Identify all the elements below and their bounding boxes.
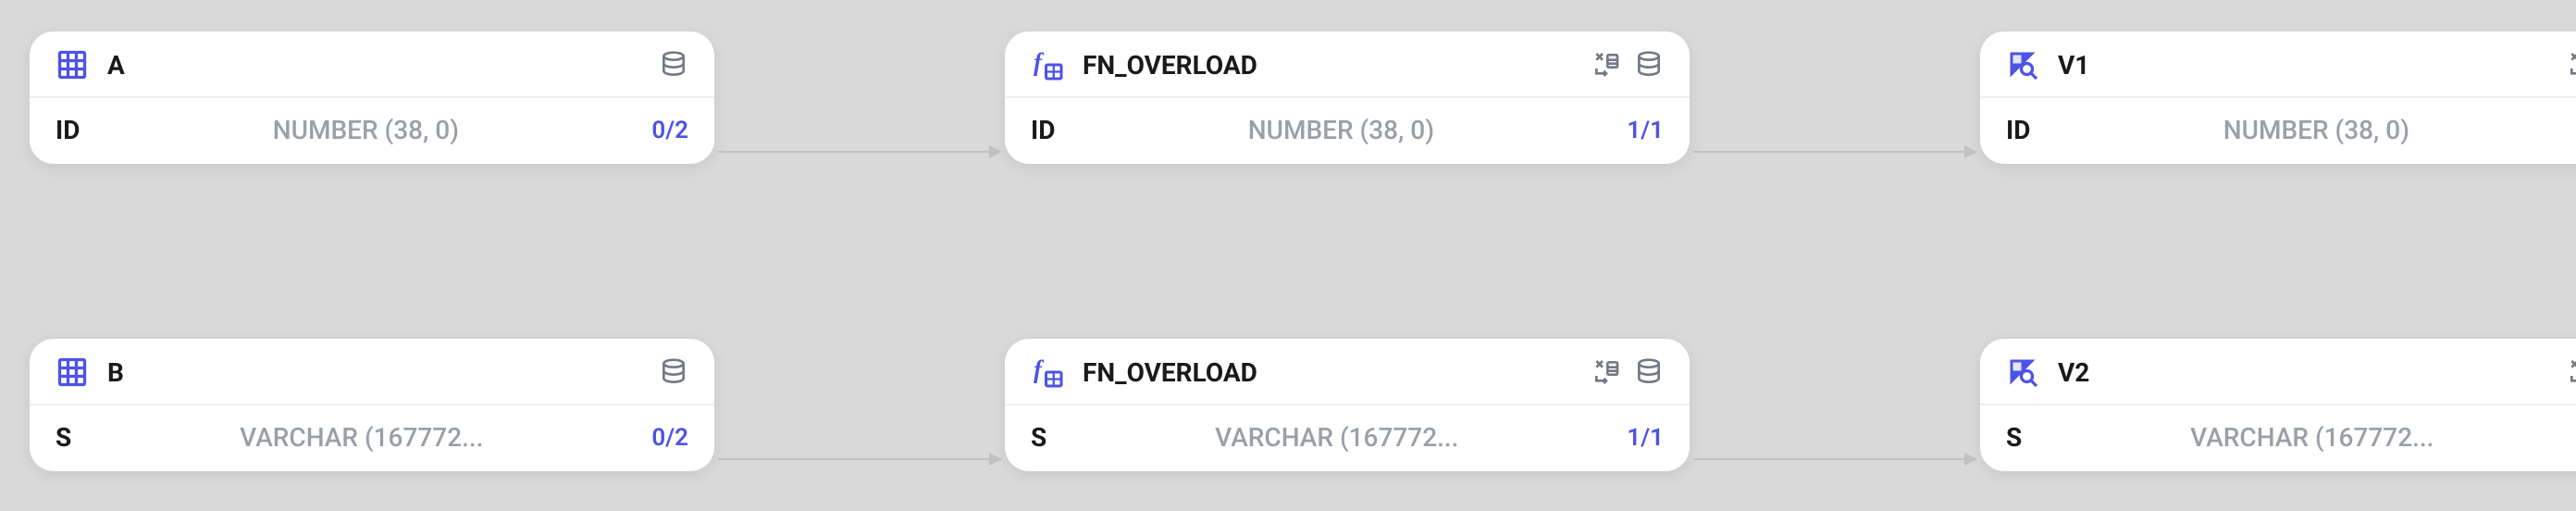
database-icon[interactable] [1634,357,1664,387]
column-type: NUMBER (38, 0) [80,115,651,145]
node-title: B [107,357,659,388]
node-table-b[interactable]: B S VARCHAR (167772... 0/2 [30,339,714,471]
column-row[interactable]: ID NUMBER (38, 0) 1/1 [1005,98,1690,164]
table-icon [56,355,89,389]
svg-text:f: f [1034,48,1045,76]
node-actions [2567,50,2576,80]
table-icon [56,48,89,81]
lineage-icon[interactable] [2567,50,2576,80]
node-title: V2 [2058,357,2567,388]
column-count: 0/2 [651,117,688,144]
node-table-a[interactable]: A ID NUMBER (38, 0) 0/2 [30,31,714,164]
column-row[interactable]: ID NUMBER (38, 0) 0/2 [30,98,714,164]
node-header: V2 [1980,339,2576,405]
column-name: ID [1031,115,1055,145]
column-count: 0/2 [651,424,688,452]
column-name: ID [56,115,80,145]
column-count: 1/1 [1627,117,1664,144]
column-type: NUMBER (38, 0) [2030,115,2576,145]
node-title: FN_OVERLOAD [1083,50,1591,81]
node-header: A [30,31,714,98]
column-row[interactable]: S VARCHAR (167772... 0/2 [30,405,714,471]
column-type: VARCHAR (167772... [2022,422,2576,453]
lineage-icon[interactable] [2567,357,2576,387]
node-title: FN_OVERLOAD [1083,357,1591,388]
connector-arrow [1693,458,1976,460]
column-row[interactable]: S VARCHAR (167772... 2/0 [1980,405,2576,471]
database-icon[interactable] [659,357,688,387]
view-icon [2006,355,2039,389]
column-name: S [2006,422,2022,453]
function-icon: f [1031,48,1064,81]
column-name: S [1031,422,1046,453]
column-type: VARCHAR (167772... [71,422,651,453]
node-view-v1[interactable]: V1 ID NUMBER (38, 0) 2/0 [1980,31,2576,164]
connector-arrow [1693,151,1976,153]
node-function-fn-overload-2[interactable]: f FN_OVERLOAD S VARCHAR (167772... 1/1 [1005,339,1690,471]
column-type: NUMBER (38, 0) [1055,115,1627,145]
node-header: f FN_OVERLOAD [1005,31,1690,98]
node-actions [1591,357,1664,387]
column-name: ID [2006,115,2030,145]
connector-arrow [718,458,1001,460]
node-actions [1591,50,1664,80]
connector-arrow [718,151,1001,153]
function-icon: f [1031,355,1064,389]
lineage-icon[interactable] [1591,50,1621,80]
node-actions [2567,357,2576,387]
column-row[interactable]: S VARCHAR (167772... 1/1 [1005,405,1690,471]
node-header: V1 [1980,31,2576,98]
node-header: f FN_OVERLOAD [1005,339,1690,405]
node-title: A [107,50,659,81]
column-name: S [56,422,71,453]
node-header: B [30,339,714,405]
node-function-fn-overload-1[interactable]: f FN_OVERLOAD ID NUMBER (38, 0) 1/1 [1005,31,1690,164]
node-actions [659,357,688,387]
svg-text:f: f [1034,355,1045,383]
lineage-icon[interactable] [1591,357,1621,387]
node-title: V1 [2058,50,2567,81]
view-icon [2006,48,2039,81]
column-type: VARCHAR (167772... [1046,422,1627,453]
column-count: 1/1 [1627,424,1664,452]
node-actions [659,50,688,80]
database-icon[interactable] [659,50,688,80]
database-icon[interactable] [1634,50,1664,80]
column-row[interactable]: ID NUMBER (38, 0) 2/0 [1980,98,2576,164]
node-view-v2[interactable]: V2 S VARCHAR (167772... 2/0 [1980,339,2576,471]
